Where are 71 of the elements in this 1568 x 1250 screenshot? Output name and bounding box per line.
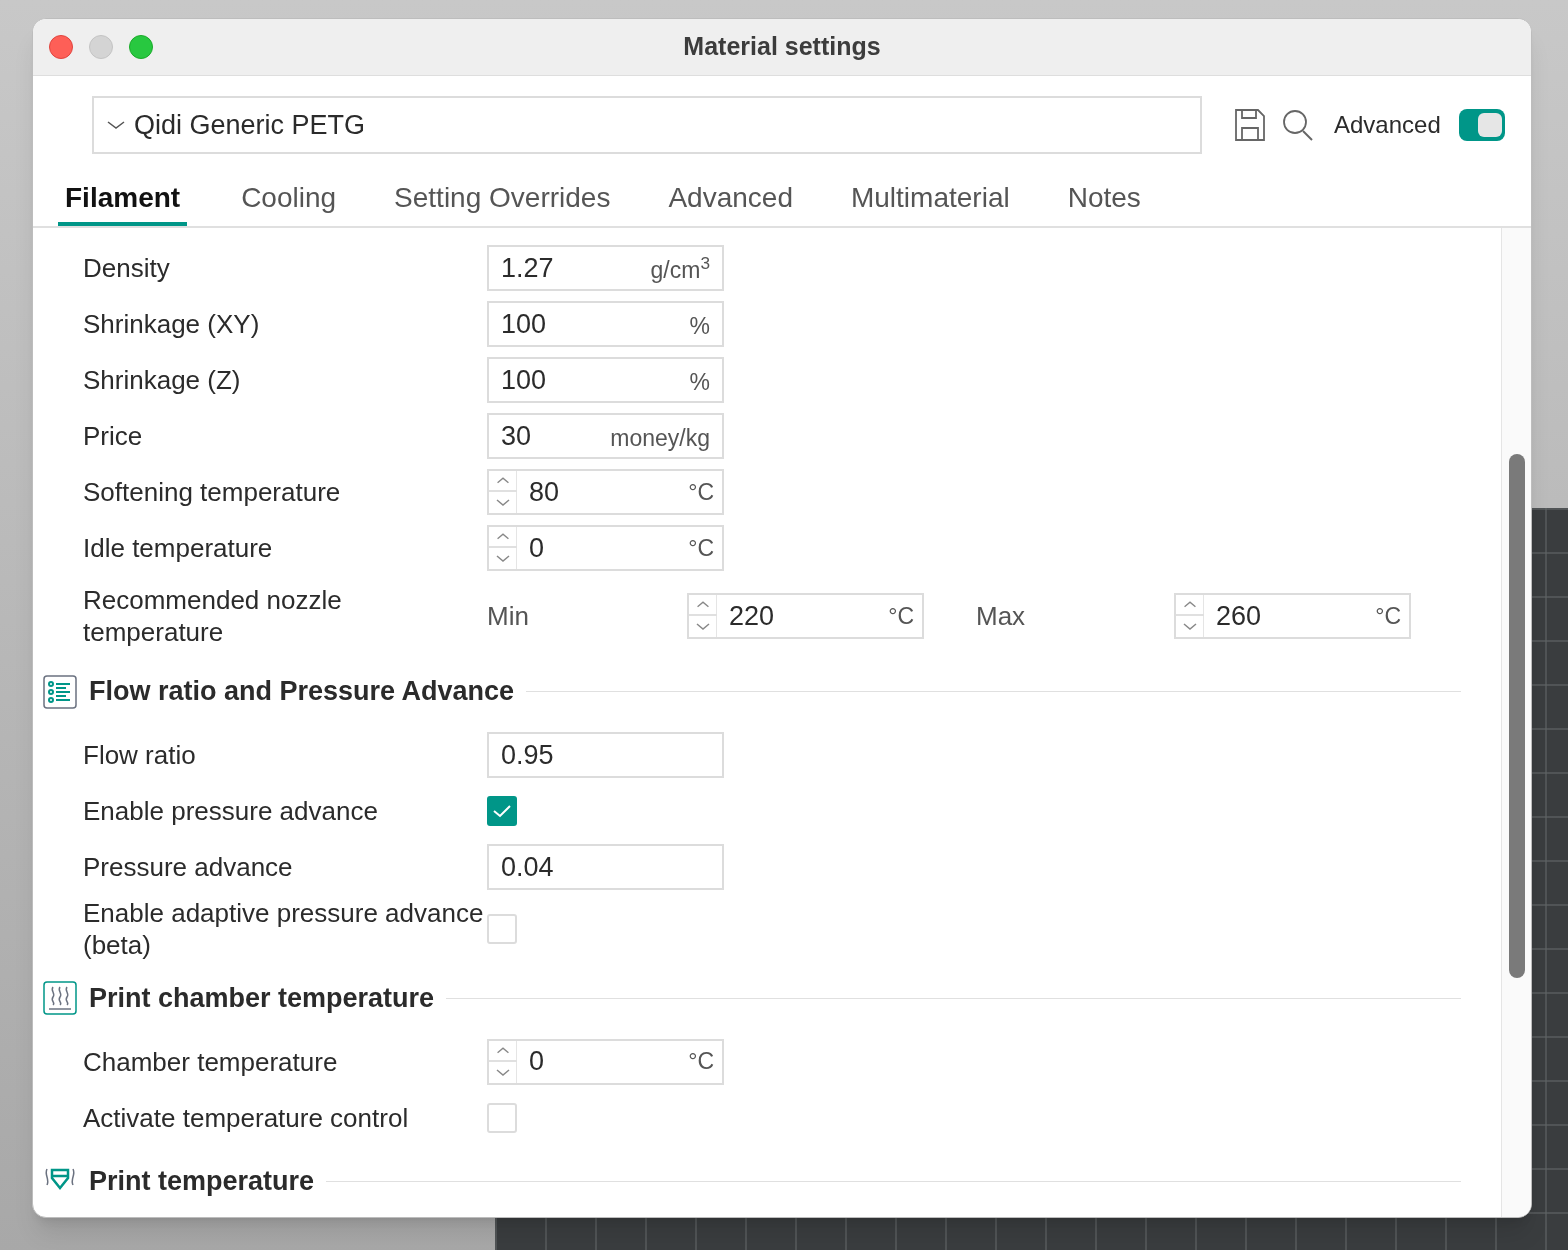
- field-value: 0: [529, 1045, 545, 1079]
- spin-field[interactable]: 80 °C: [487, 469, 724, 515]
- field-value: 0: [529, 531, 545, 565]
- preset-dropdown[interactable]: Qidi Generic PETG: [92, 96, 1202, 154]
- advanced-toggle[interactable]: [1459, 109, 1505, 141]
- search-icon[interactable]: [1282, 108, 1314, 142]
- unit-label: °C: [688, 477, 714, 507]
- setting-label: Density: [83, 252, 171, 284]
- setting-label: Pressure advance: [83, 851, 294, 884]
- tab[interactable]: Notes: [1063, 180, 1145, 226]
- heat-icon: [43, 981, 77, 1015]
- section-title: Print temperature: [89, 1165, 315, 1199]
- tab[interactable]: Setting Overrides: [390, 180, 615, 226]
- min-label: Min: [487, 599, 530, 633]
- spin-field[interactable]: 0 °C: [487, 525, 724, 571]
- setting-label: Softening temperature: [83, 476, 342, 508]
- setting-label: Recommended nozzle temperature: [83, 584, 343, 648]
- tab[interactable]: Filament: [58, 180, 188, 226]
- setting-label: Shrinkage (XY): [83, 308, 261, 340]
- stepper-arrows[interactable]: [689, 595, 717, 637]
- stepper-arrows[interactable]: [489, 471, 517, 513]
- list-icon: [43, 674, 77, 709]
- field-value: 80: [529, 475, 560, 509]
- unit-label: °C: [1375, 601, 1401, 631]
- input-field[interactable]: 100 %: [487, 301, 724, 347]
- setting-label: Chamber temperature: [83, 1045, 339, 1078]
- minimize-button[interactable]: [89, 35, 113, 59]
- unit-label: °C: [888, 601, 914, 631]
- stepper-arrows[interactable]: [1176, 595, 1204, 637]
- input-field[interactable]: 0.95: [487, 732, 724, 779]
- unit-label: money/kg: [610, 423, 710, 453]
- zoom-button[interactable]: [129, 35, 153, 59]
- checkbox[interactable]: [487, 1102, 517, 1133]
- field-value: 260: [1216, 599, 1262, 633]
- stepper-arrows[interactable]: [489, 1040, 517, 1083]
- tab[interactable]: Multimaterial: [846, 180, 1014, 226]
- advanced-label: Advanced: [1334, 110, 1441, 140]
- setting-label: Idle temperature: [83, 532, 274, 564]
- input-field[interactable]: 30 money/kg: [487, 413, 724, 459]
- setting-label: Enable pressure advance: [83, 795, 379, 828]
- tab[interactable]: Advanced: [664, 180, 797, 226]
- setting-label: Flow ratio: [83, 739, 197, 772]
- setting-label: Activate temperature control: [83, 1101, 410, 1134]
- spin-field[interactable]: 0 °C: [487, 1038, 724, 1085]
- stepper-arrows[interactable]: [489, 527, 517, 569]
- checkbox[interactable]: [487, 913, 517, 944]
- input-field[interactable]: 0.04: [487, 844, 724, 891]
- unit-label: %: [689, 367, 710, 397]
- close-button[interactable]: [49, 35, 73, 59]
- scrollbar-thumb[interactable]: [1509, 454, 1525, 978]
- max-label: Max: [976, 599, 1027, 633]
- section-title: Print chamber temperature: [89, 981, 435, 1015]
- setting-label: Enable adaptive pressure advance (beta): [83, 896, 485, 961]
- tab[interactable]: Cooling: [237, 180, 341, 226]
- field-value: 220: [729, 599, 775, 633]
- unit-label: °C: [688, 1047, 714, 1077]
- save-icon[interactable]: [1234, 108, 1266, 142]
- checkmark-icon: [492, 804, 512, 819]
- section-title: Flow ratio and Pressure Advance: [89, 675, 515, 709]
- spin-field[interactable]: 260 °C: [1174, 593, 1411, 639]
- checkbox[interactable]: [487, 796, 517, 827]
- setting-label: Shrinkage (Z): [83, 364, 242, 396]
- input-field[interactable]: 100 %: [487, 357, 724, 403]
- unit-label: %: [689, 311, 710, 341]
- chevron-down-icon: [106, 119, 126, 131]
- spin-field[interactable]: 220 °C: [687, 593, 924, 639]
- unit-label: g/cm$^{3}$: [650, 252, 710, 285]
- unit-label: °C: [688, 533, 714, 563]
- input-field[interactable]: 1.27 g/cm$^{3}$: [487, 245, 724, 291]
- window-title: Material settings: [683, 31, 881, 63]
- setting-label: Price: [83, 420, 144, 452]
